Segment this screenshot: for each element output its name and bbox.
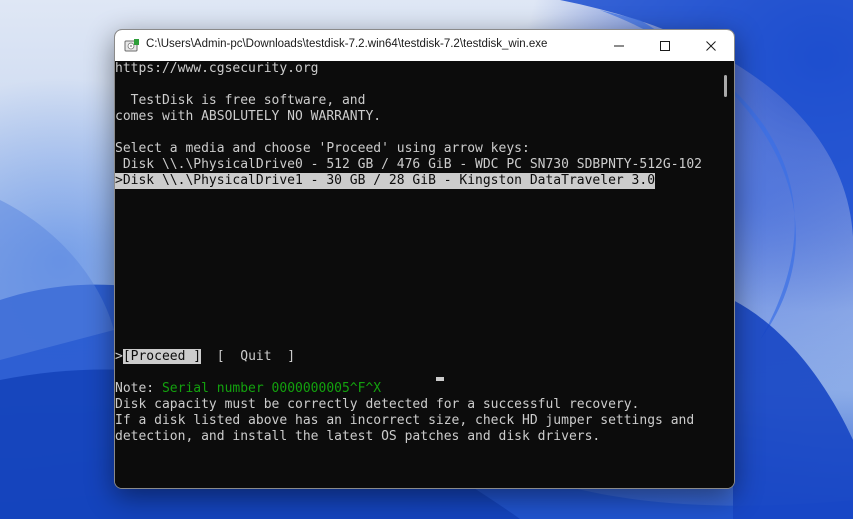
console-output[interactable]: https://www.cgsecurity.org TestDisk is f… — [115, 61, 721, 488]
note-text-line: If a disk listed above has an incorrect … — [115, 413, 695, 428]
close-button[interactable] — [688, 30, 734, 61]
disk-list-item-selected[interactable]: >Disk \\.\PhysicalDrive1 - 30 GB / 28 Gi… — [115, 173, 656, 189]
minimize-icon — [614, 45, 624, 46]
vertical-scrollbar[interactable] — [721, 61, 734, 488]
disk-list-item[interactable]: Disk \\.\PhysicalDrive0 - 512 GB / 476 G… — [115, 157, 702, 173]
quit-button[interactable]: [ Quit ] — [217, 349, 295, 364]
text-cursor — [436, 377, 444, 381]
note-text-line: Disk capacity must be correctly detected… — [115, 397, 640, 412]
testdisk-console-window: C:\Users\Admin-pc\Downloads\testdisk-7.2… — [114, 29, 735, 489]
menu-line: >[Proceed ] [ Quit ] — [115, 349, 295, 365]
proceed-label: [Proceed ] — [122, 349, 202, 364]
select-media-prompt: Select a media and choose 'Proceed' usin… — [115, 141, 530, 156]
testdisk-app-icon — [124, 39, 139, 52]
scrollbar-thumb[interactable] — [724, 75, 727, 97]
window-title: C:\Users\Admin-pc\Downloads\testdisk-7.2… — [146, 38, 548, 50]
serial-number-text: Serial number 0000000005^F^X — [161, 381, 382, 396]
proceed-button[interactable]: >[Proceed ] — [115, 349, 202, 364]
url-line: https://www.cgsecurity.org — [115, 61, 319, 76]
warranty-line: comes with ABSOLUTELY NO WARRANTY. — [115, 109, 382, 124]
close-icon — [706, 40, 716, 51]
selection-marker: > — [115, 349, 123, 364]
note-label: Note: — [115, 381, 162, 396]
minimize-button[interactable] — [596, 30, 642, 61]
note-text-line: detection, and install the latest OS pat… — [115, 429, 601, 444]
title-bar[interactable]: C:\Users\Admin-pc\Downloads\testdisk-7.2… — [115, 30, 734, 62]
maximize-icon — [660, 40, 670, 51]
maximize-button[interactable] — [642, 30, 688, 61]
note-line: Note: Serial number 0000000005^F^X — [115, 381, 381, 397]
free-software-line: TestDisk is free software, and — [115, 93, 366, 108]
